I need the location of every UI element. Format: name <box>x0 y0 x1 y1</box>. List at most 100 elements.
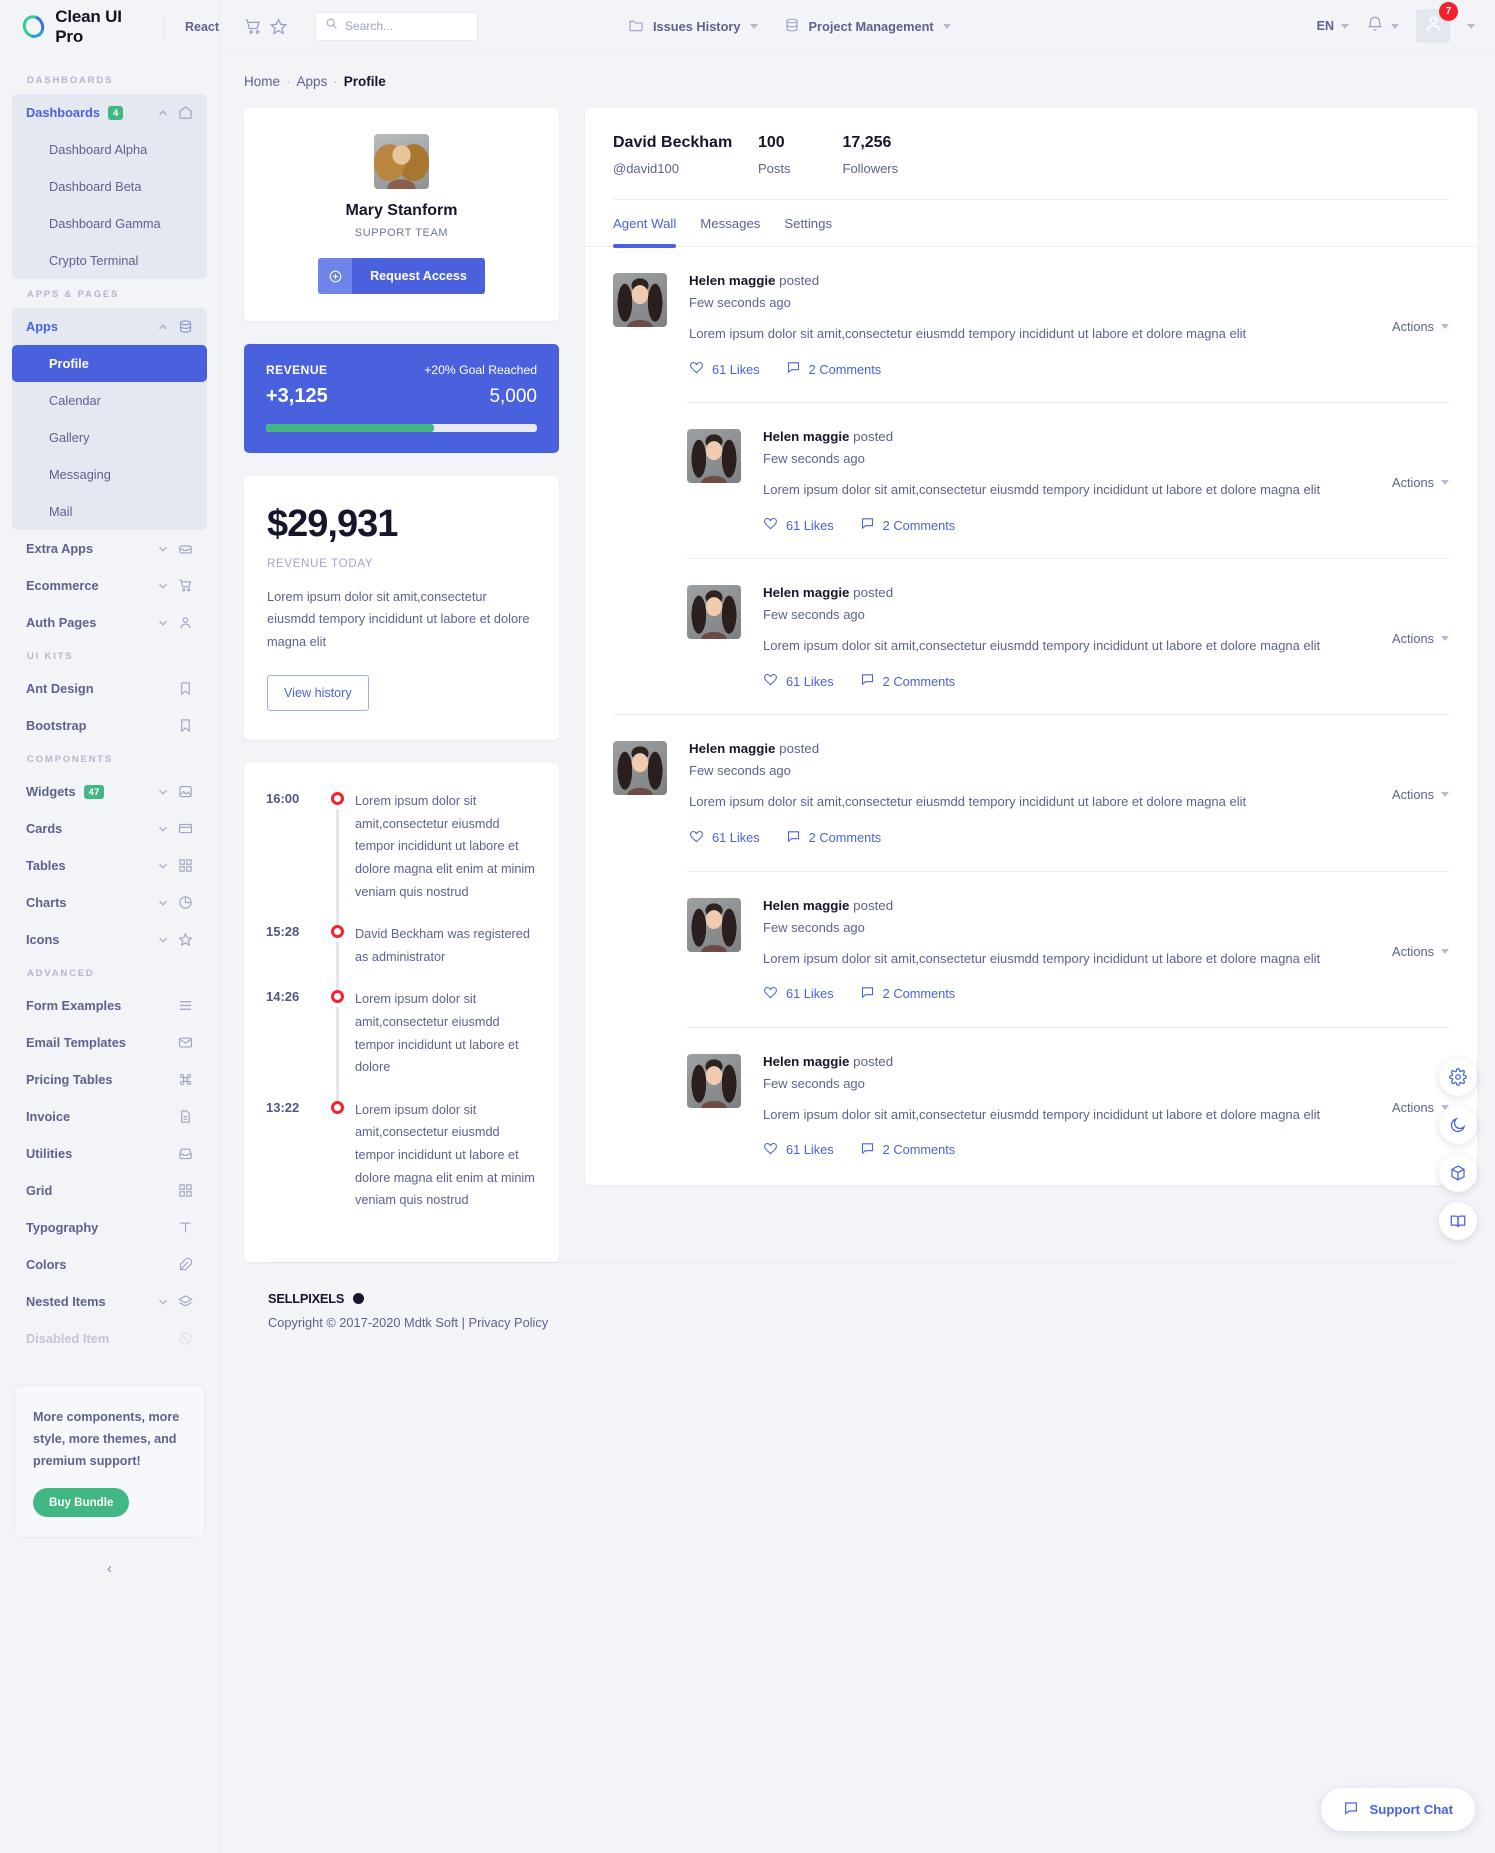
timeline-text: Lorem ipsum dolor sit amit,consectetur e… <box>355 1102 535 1208</box>
sidebar-item-invoice[interactable]: Invoice <box>12 1098 207 1135</box>
timeline-time: 14:26 <box>266 989 300 1005</box>
sidebar-item-charts[interactable]: Charts <box>12 884 207 921</box>
sidebar-item-utilities[interactable]: Utilities <box>12 1135 207 1172</box>
wall-post: Helen maggie posted Few seconds ago Lorem … <box>613 247 1449 378</box>
sidebar-item-extra-apps[interactable]: Extra Apps <box>12 530 207 567</box>
sidebar-item-typography[interactable]: Typography <box>12 1209 207 1246</box>
post-likes[interactable]: 61 Likes <box>689 829 760 847</box>
breadcrumb-home[interactable]: Home <box>244 74 280 89</box>
sidebar-item-form-examples[interactable]: Form Examples <box>12 987 207 1024</box>
sidebar-item-label: Disabled Item <box>26 1331 110 1346</box>
sidebar-item-ecommerce[interactable]: Ecommerce <box>12 567 207 604</box>
wall-user-name: David Beckham <box>613 134 733 151</box>
sidebar-item-tables[interactable]: Tables <box>12 847 207 884</box>
sidebar-item-calendar[interactable]: Calendar <box>12 382 207 419</box>
timeline-marker <box>319 988 355 1109</box>
sidebar-item-gallery[interactable]: Gallery <box>12 419 207 456</box>
post-actions-dropdown[interactable]: Actions <box>1392 429 1449 534</box>
sidebar-item-apps[interactable]: Apps <box>12 308 207 345</box>
sidebar-item-email-templates[interactable]: Email Templates <box>12 1024 207 1061</box>
sidebar-item-mail[interactable]: Mail <box>12 493 207 530</box>
sidebar-item-nested-items[interactable]: Nested Items <box>12 1283 207 1320</box>
sidebar-item-dashboards[interactable]: Dashboards 4 <box>12 94 207 131</box>
sidebar-item-crypto-terminal[interactable]: Crypto Terminal <box>12 242 207 279</box>
topnav-item-project-management[interactable]: Project Management <box>784 17 951 36</box>
post-actions-dropdown[interactable]: Actions <box>1392 898 1449 1003</box>
tab-messages[interactable]: Messages <box>700 216 760 246</box>
cart-icon[interactable] <box>244 17 263 36</box>
sidebar-item-pricing-tables[interactable]: Pricing Tables <box>12 1061 207 1098</box>
search-box[interactable] <box>315 11 478 41</box>
timeline-time: 13:22 <box>266 1099 300 1115</box>
brand[interactable]: Clean UI Pro React <box>0 0 219 53</box>
post-meta: 61 Likes 2 Comments <box>763 672 1360 690</box>
bookmark-icon <box>178 718 193 733</box>
breadcrumb-apps[interactable]: Apps <box>297 74 328 89</box>
search-icon <box>325 17 338 35</box>
post-comments[interactable]: 2 Comments <box>860 516 955 534</box>
sidebar-item-colors[interactable]: Colors <box>12 1246 207 1283</box>
notifications-button[interactable] <box>1366 15 1399 38</box>
sidebar-item-widgets[interactable]: Widgets 47 <box>12 773 207 810</box>
sidebar-item-auth-pages[interactable]: Auth Pages <box>12 604 207 641</box>
chevron-down-icon <box>156 822 170 836</box>
request-access-button[interactable]: Request Access <box>318 258 485 294</box>
post-likes[interactable]: 61 Likes <box>763 516 834 534</box>
star-icon <box>178 932 193 947</box>
moon-icon[interactable] <box>1439 1106 1477 1144</box>
sidebar-item-label: Grid <box>26 1183 53 1198</box>
post-likes[interactable]: 61 Likes <box>763 1141 834 1159</box>
sidebar-item-dashboard-beta[interactable]: Dashboard Beta <box>12 168 207 205</box>
sidebar-item-messaging[interactable]: Messaging <box>12 456 207 493</box>
sidebar-item-label: Icons <box>26 932 60 947</box>
post-comments[interactable]: 2 Comments <box>860 672 955 690</box>
sidebar-item-label: Colors <box>26 1257 67 1272</box>
sidebar-item-bootstrap[interactable]: Bootstrap <box>12 707 207 744</box>
post-comments[interactable]: 2 Comments <box>786 829 881 847</box>
tab-settings[interactable]: Settings <box>784 216 832 246</box>
language-selector[interactable]: EN <box>1317 19 1349 33</box>
chevron-down-icon[interactable] <box>1467 23 1475 29</box>
post-actions-dropdown[interactable]: Actions <box>1392 273 1449 378</box>
revenue-banner: REVENUE +20% Goal Reached +3,125 5,000 <box>244 344 559 453</box>
gear-icon[interactable] <box>1439 1058 1477 1096</box>
post-comments[interactable]: 2 Comments <box>860 1141 955 1159</box>
post-time: Few seconds ago <box>763 451 865 467</box>
sidebar-item-icons[interactable]: Icons <box>12 921 207 958</box>
search-input[interactable] <box>345 19 468 33</box>
sidebar-item-cards[interactable]: Cards <box>12 810 207 847</box>
timeline-dot-icon <box>330 792 344 806</box>
post-comments[interactable]: 2 Comments <box>786 360 881 378</box>
post-actions-dropdown[interactable]: Actions <box>1392 585 1449 690</box>
sidebar-item-ant-design[interactable]: Ant Design <box>12 670 207 707</box>
user-icon <box>178 615 193 630</box>
support-chat-button[interactable]: Support Chat <box>1321 1788 1475 1831</box>
post-comments[interactable]: 2 Comments <box>860 985 955 1003</box>
post-likes[interactable]: 61 Likes <box>689 360 760 378</box>
book-icon[interactable] <box>1439 1202 1477 1240</box>
sidebar-item-label: Extra Apps <box>26 541 94 556</box>
sidebar-item-dashboard-alpha[interactable]: Dashboard Alpha <box>12 131 207 168</box>
post-title: Helen maggie posted <box>763 897 894 913</box>
post-text: Lorem ipsum dolor sit amit,consectetur e… <box>763 638 1321 654</box>
cube-icon[interactable] <box>1439 1154 1477 1192</box>
post-title: Helen maggie posted <box>763 429 894 445</box>
tab-agent-wall[interactable]: Agent Wall <box>613 216 677 248</box>
chevron-down-icon <box>1441 480 1449 486</box>
stat-value: 17,256 <box>842 134 892 151</box>
avatar[interactable]: 7 <box>1416 2 1458 43</box>
topnav-item-issues-history[interactable]: Issues History <box>628 17 758 36</box>
post-actions-dropdown[interactable]: Actions <box>1392 741 1449 846</box>
view-history-button[interactable]: View history <box>267 675 369 712</box>
timeline-marker <box>319 923 355 999</box>
post-likes[interactable]: 61 Likes <box>763 672 834 690</box>
sidebar-item-grid[interactable]: Grid <box>12 1172 207 1209</box>
sidebar-item-profile[interactable]: Profile <box>12 345 207 382</box>
sidebar-item-dashboard-gamma[interactable]: Dashboard Gamma <box>12 205 207 242</box>
post-likes[interactable]: 61 Likes <box>763 985 834 1003</box>
chevron-left-icon[interactable]: ‹ <box>107 1560 112 1577</box>
buy-bundle-button[interactable]: Buy Bundle <box>33 1488 130 1518</box>
breadcrumb-sep: · <box>333 74 338 89</box>
star-icon[interactable] <box>269 17 288 36</box>
post-title: Helen maggie posted <box>763 585 894 601</box>
